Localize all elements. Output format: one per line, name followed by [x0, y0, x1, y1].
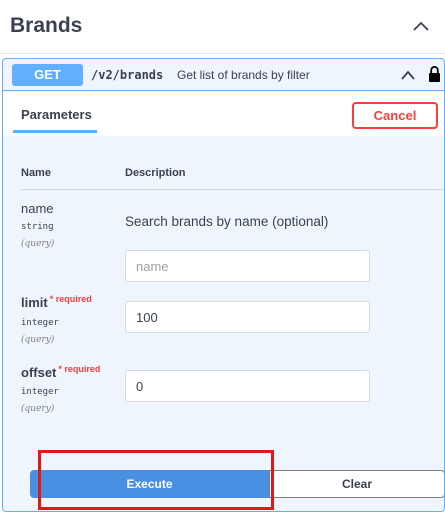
param-in-name: (query): [21, 239, 55, 249]
tab-active-indicator: [13, 130, 97, 133]
limit-input[interactable]: [125, 301, 370, 333]
section-title: Brands: [10, 14, 83, 37]
section-header[interactable]: Brands: [0, 0, 445, 54]
param-name-limit-text: limit: [21, 295, 48, 310]
endpoint-summary: Get list of brands by filter: [177, 68, 310, 82]
clear-button[interactable]: Clear: [269, 470, 444, 498]
param-type-name: string: [21, 222, 54, 232]
required-marker: * required: [58, 364, 101, 374]
method-badge: GET: [12, 64, 83, 86]
execute-button[interactable]: Execute: [30, 470, 269, 498]
name-input[interactable]: [125, 250, 370, 282]
opblock-get-brands: GET /v2/brands Get list of brands by fil…: [2, 58, 445, 512]
param-name-name: name: [21, 201, 54, 216]
cancel-button[interactable]: Cancel: [352, 102, 438, 129]
required-marker: * required: [49, 294, 92, 304]
endpoint-path: /v2/brands: [91, 68, 164, 82]
parameters-header: Parameters Cancel: [3, 92, 444, 136]
param-in-limit: (query): [21, 335, 55, 345]
table-divider: [21, 189, 444, 190]
param-name-limit: limit * required: [21, 294, 92, 310]
opblock-summary[interactable]: GET /v2/brands Get list of brands by fil…: [3, 59, 444, 91]
lock-icon[interactable]: [428, 65, 441, 82]
chevron-up-icon[interactable]: [413, 20, 429, 32]
param-in-offset: (query): [21, 404, 55, 414]
param-description-name: Search brands by name (optional): [125, 214, 329, 229]
param-name-offset: offset * required: [21, 364, 101, 380]
chevron-up-icon[interactable]: [401, 70, 415, 80]
column-header-name: Name: [21, 167, 51, 179]
param-type-offset: integer: [21, 387, 59, 397]
param-name-offset-text: offset: [21, 365, 57, 380]
offset-input[interactable]: [125, 370, 370, 402]
column-header-description: Description: [125, 167, 186, 179]
param-type-limit: integer: [21, 318, 59, 328]
